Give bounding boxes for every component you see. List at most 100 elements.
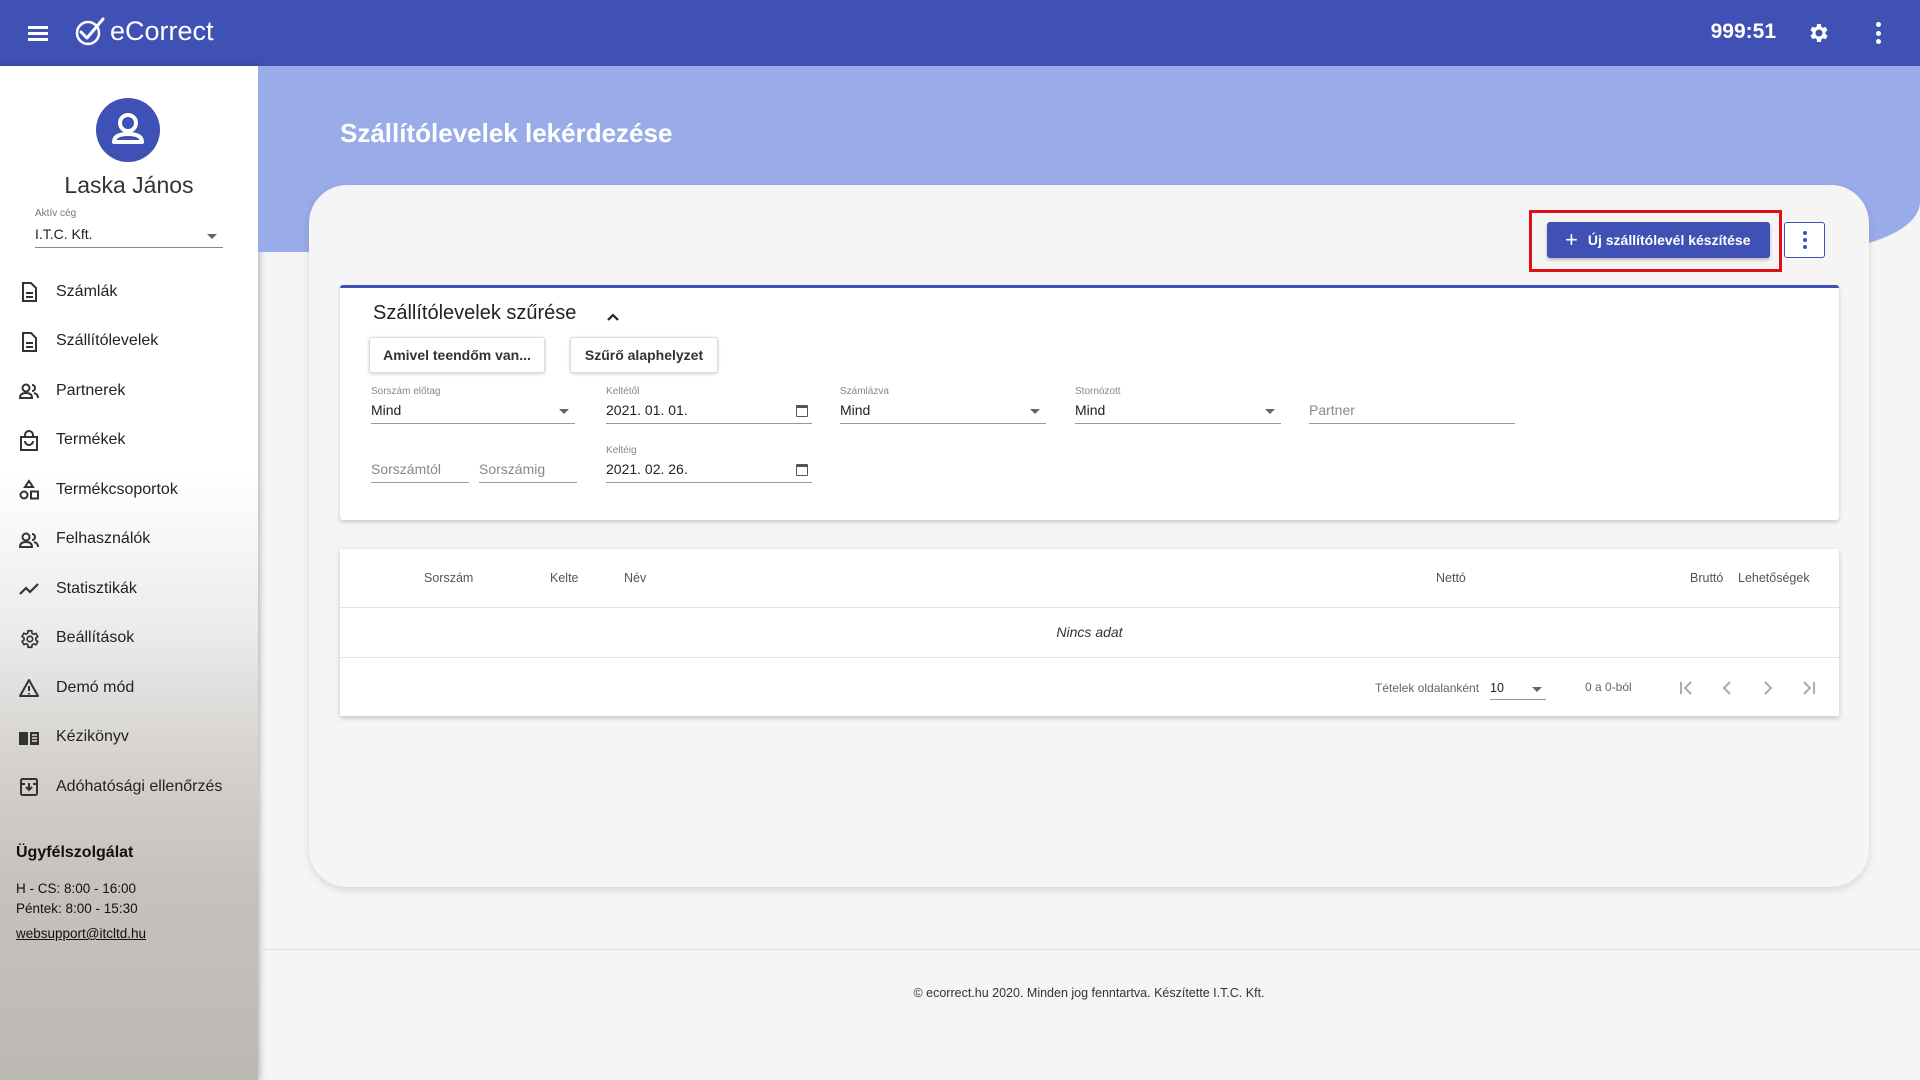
- pagination-range: 0 a 0-ból: [1585, 680, 1632, 694]
- gear-icon: [20, 629, 39, 648]
- previous-page-icon[interactable]: [1713, 674, 1741, 702]
- support-title: Ügyfélszolgálat: [16, 844, 134, 861]
- sidebar-item-label: Szállítólevelek: [56, 332, 159, 350]
- cancelled-select[interactable]: Mind: [1075, 398, 1281, 424]
- hamburger-menu-icon[interactable]: [24, 19, 52, 47]
- sidebar-item-label: Statisztikák: [56, 579, 137, 597]
- filter-panel-title: Szállítólevelek szűrése: [373, 302, 577, 324]
- sidebar-item-kezikonyv[interactable]: Kézikönyv: [0, 713, 258, 763]
- active-company-select[interactable]: I.T.C. Kft.: [35, 222, 223, 248]
- sidebar-nav: Számlák Szállítólevelek Partnerek Termék…: [0, 267, 258, 812]
- people-icon: [18, 383, 39, 399]
- prefix-label: Sorszám előtag: [371, 386, 441, 397]
- next-page-icon[interactable]: [1754, 674, 1782, 702]
- partner-input[interactable]: Partner: [1309, 398, 1515, 424]
- chevron-up-icon[interactable]: [606, 310, 620, 324]
- sidebar-item-label: Adóhatósági ellenőrzés: [56, 777, 223, 795]
- column-header-net[interactable]: Nettó: [1436, 571, 1466, 585]
- date-to-input[interactable]: 2021. 02. 26.: [606, 457, 812, 483]
- items-per-page-value: 10: [1490, 681, 1504, 695]
- invoiced-label: Számlázva: [840, 386, 889, 397]
- todo-filter-button[interactable]: Amivel teendőm van...: [369, 337, 545, 373]
- sidebar-item-adohatosagi-ellenorzes[interactable]: Adóhatósági ellenőrzés: [0, 762, 258, 812]
- calendar-icon[interactable]: [796, 464, 808, 476]
- date-from-value: 2021. 01. 01.: [606, 402, 688, 418]
- check-badge-icon: [75, 17, 105, 46]
- empty-table-message: Nincs adat: [1056, 624, 1123, 640]
- more-options-button[interactable]: [1784, 222, 1825, 258]
- sidebar-item-felhasznalok[interactable]: Felhasználók: [0, 515, 258, 565]
- sidebar-item-label: Demó mód: [56, 678, 135, 696]
- app-name: eCorrect: [110, 15, 214, 46]
- footer-copyright: © ecorrect.hu 2020. Minden jog fenntartv…: [913, 986, 1265, 1000]
- sidebar-item-termekcsoportok[interactable]: Termékcsoportok: [0, 465, 258, 515]
- cancelled-value: Mind: [1075, 402, 1106, 418]
- sidebar-item-demo-mod[interactable]: Demó mód: [0, 663, 258, 713]
- settings-gear-icon[interactable]: [1806, 21, 1830, 45]
- plus-icon: +: [1565, 227, 1578, 252]
- sidebar-item-termekek[interactable]: Termékek: [0, 416, 258, 466]
- dropdown-caret-icon: [207, 234, 217, 239]
- prefix-value: Mind: [371, 402, 402, 418]
- column-header-name[interactable]: Név: [624, 571, 646, 585]
- sidebar-item-label: Termékcsoportok: [56, 480, 178, 498]
- dropdown-caret-icon: [1265, 409, 1275, 414]
- dropdown-caret-icon: [1532, 687, 1542, 692]
- table-divider: [340, 607, 1839, 608]
- sidebar: Laska János Aktív cég I.T.C. Kft. Számlá…: [0, 66, 258, 1080]
- date-from-label: Keltétől: [606, 386, 640, 397]
- person-icon: [112, 113, 144, 144]
- dropdown-caret-icon: [559, 409, 569, 414]
- sidebar-item-statisztikak[interactable]: Statisztikák: [0, 564, 258, 614]
- column-header-date[interactable]: Kelte: [550, 571, 579, 585]
- sidebar-item-label: Termékek: [56, 431, 126, 449]
- sidebar-item-szallitolevelek[interactable]: Szállítólevelek: [0, 317, 258, 367]
- calendar-icon[interactable]: [796, 405, 808, 417]
- top-app-bar: eCorrect 999:51: [0, 0, 1920, 66]
- document-icon: [22, 282, 37, 302]
- more-vert-icon[interactable]: [1874, 22, 1882, 44]
- number-to-input[interactable]: Sorszámig: [479, 457, 577, 483]
- date-from-input[interactable]: 2021. 01. 01.: [606, 398, 812, 424]
- user-name: Laska János: [64, 172, 194, 198]
- sidebar-item-szamlak[interactable]: Számlák: [0, 267, 258, 317]
- new-delivery-note-label: Új szállítólevél készítése: [1587, 232, 1751, 248]
- column-header-options: Lehetőségek: [1738, 571, 1810, 585]
- last-page-icon[interactable]: [1795, 674, 1823, 702]
- dropdown-caret-icon: [1030, 409, 1040, 414]
- archive-icon: [20, 778, 38, 796]
- footer-divider: [258, 949, 1920, 950]
- first-page-icon[interactable]: [1672, 674, 1700, 702]
- page-title: Szállítólevelek lekérdezése: [340, 118, 673, 148]
- new-delivery-note-button[interactable]: + Új szállítólevél készítése: [1547, 222, 1770, 258]
- reset-filter-button[interactable]: Szűrő alaphelyzet: [570, 337, 718, 373]
- app-logo[interactable]: eCorrect: [72, 14, 214, 48]
- active-company-value: I.T.C. Kft.: [35, 226, 93, 242]
- sidebar-item-label: Számlák: [56, 282, 118, 300]
- support-hours-weekdays: H - CS: 8:00 - 16:00: [16, 881, 137, 896]
- items-per-page-label: Tételek oldalanként: [1375, 681, 1480, 695]
- items-per-page-select[interactable]: 10: [1490, 678, 1546, 700]
- sidebar-item-label: Kézikönyv: [56, 728, 129, 746]
- category-icon: [19, 479, 39, 500]
- prefix-select[interactable]: Mind: [371, 398, 575, 424]
- active-company-label: Aktív cég: [35, 208, 77, 219]
- sidebar-item-label: Partnerek: [56, 381, 126, 399]
- date-to-value: 2021. 02. 26.: [606, 461, 688, 477]
- warning-icon: [19, 679, 39, 697]
- book-icon: [19, 731, 39, 745]
- column-header-gross[interactable]: Bruttó: [1690, 571, 1723, 585]
- number-from-input[interactable]: Sorszámtól: [371, 457, 469, 483]
- table-divider: [340, 657, 1839, 658]
- sidebar-item-partnerek[interactable]: Partnerek: [0, 366, 258, 416]
- support-email-link[interactable]: websupport@itcltd.hu: [16, 926, 146, 941]
- sidebar-item-label: Felhasználók: [56, 530, 151, 548]
- sidebar-item-beallitasok[interactable]: Beállítások: [0, 614, 258, 664]
- support-hours-friday: Péntek: 8:00 - 15:30: [16, 901, 138, 916]
- invoiced-select[interactable]: Mind: [840, 398, 1046, 424]
- avatar[interactable]: [96, 98, 160, 162]
- session-timer: 999:51: [1710, 20, 1776, 43]
- date-to-label: Keltéig: [606, 445, 637, 456]
- column-header-number[interactable]: Sorszám: [424, 571, 473, 585]
- document-icon: [22, 331, 37, 352]
